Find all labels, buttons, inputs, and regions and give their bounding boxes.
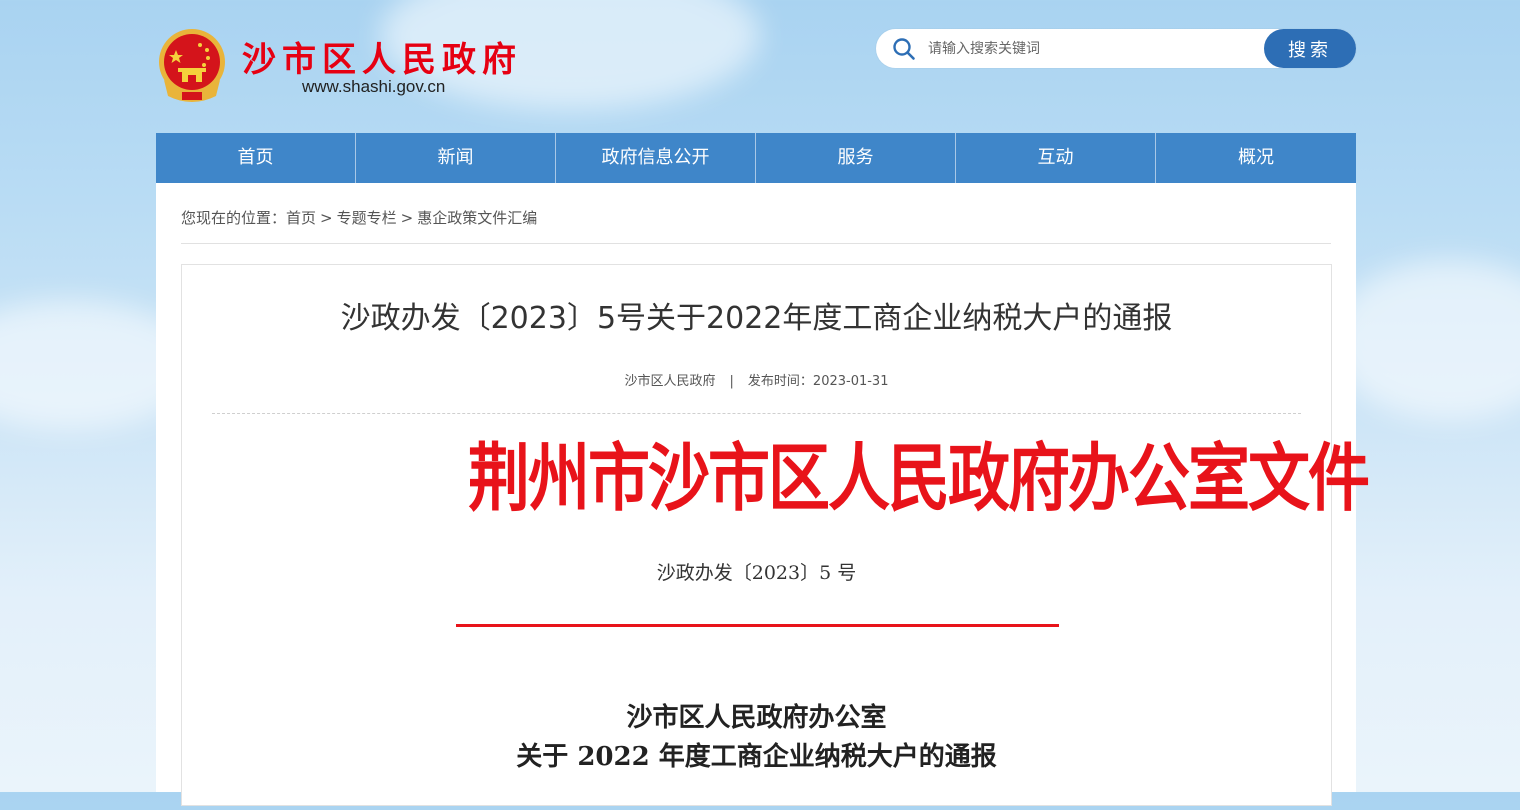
search-icon — [893, 38, 915, 60]
nav-item-home[interactable]: 首页 — [156, 133, 356, 183]
site-title[interactable]: 沙市区人民政府 — [242, 32, 522, 81]
breadcrumb-separator: > — [400, 209, 414, 227]
search-button[interactable]: 搜索 — [1264, 29, 1356, 68]
document-image: 荆州市沙市区人民政府办公室文件 沙政办发〔2023〕5 号 沙市区人民政府办公室… — [182, 430, 1370, 810]
meta-divider: | — [729, 374, 734, 389]
search-box: 搜索 — [876, 29, 1356, 68]
nav-item-gov-info[interactable]: 政府信息公开 — [556, 133, 756, 183]
document-subject: 关于 2022 年度工商企业纳税大户的通报 — [516, 742, 997, 772]
document-issuer: 沙市区人民政府办公室 — [626, 703, 887, 733]
nav-item-services[interactable]: 服务 — [756, 133, 956, 183]
meta-divider-line — [212, 413, 1301, 414]
nav-item-interaction[interactable]: 互动 — [956, 133, 1156, 183]
article-meta: 沙市区人民政府 | 发布时间：2023-01-31 — [182, 370, 1331, 389]
nav-item-news[interactable]: 新闻 — [356, 133, 556, 183]
article-source: 沙市区人民政府 — [624, 374, 716, 389]
breadcrumb-separator: > — [320, 209, 333, 227]
breadcrumb-home-link[interactable]: 首页 — [286, 209, 316, 227]
breadcrumb-topics-link[interactable]: 专题专栏 — [337, 209, 397, 227]
article-panel: 沙政办发〔2023〕5号关于2022年度工商企业纳税大户的通报 沙市区人民政府 |… — [181, 264, 1370, 806]
search-input[interactable] — [926, 34, 1260, 64]
nav-item-overview[interactable]: 概况 — [1156, 133, 1356, 183]
document-number: 沙政办发〔2023〕5 号 — [656, 562, 857, 584]
main-nav: 首页 新闻 政府信息公开 服务 互动 概况 — [156, 133, 1356, 183]
national-emblem-icon[interactable] — [156, 28, 228, 104]
background-cloud — [1330, 260, 1520, 420]
site-header: 沙市区人民政府 www.shashi.gov.cn 搜索 — [156, 0, 1356, 133]
breadcrumb-policy-link[interactable]: 惠企政策文件汇编 — [417, 209, 537, 227]
site-url: www.shashi.gov.cn — [302, 77, 446, 96]
publish-label: 发布时间： — [747, 374, 813, 389]
publish-date: 2023-01-31 — [812, 374, 889, 389]
main-content: 您现在的位置：首页 > 专题专栏 > 惠企政策文件汇编 沙政办发〔2023〕5号关于20… — [156, 183, 1370, 806]
breadcrumb-prefix: 您现在的位置： — [181, 209, 287, 227]
breadcrumb: 您现在的位置：首页 > 专题专栏 > 惠企政策文件汇编 — [181, 207, 1331, 244]
document-red-line — [456, 624, 1059, 627]
document-header: 荆州市沙市区人民政府办公室文件 — [468, 434, 1370, 522]
article-title: 沙政办发〔2023〕5号关于2022年度工商企业纳税大户的通报 — [340, 301, 1173, 336]
